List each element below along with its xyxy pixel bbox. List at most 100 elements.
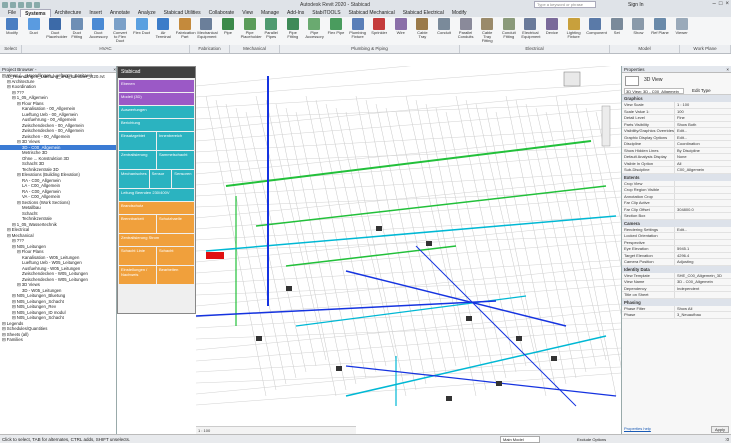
- pipe-cyan[interactable]: [345, 335, 607, 397]
- cable-tray-fitting-button[interactable]: Cable Tray Fitting: [478, 18, 496, 43]
- ref-plane-button[interactable]: Ref Plane: [651, 18, 669, 35]
- properties-help-link[interactable]: Properties help: [624, 426, 651, 431]
- property-value[interactable]: 3_Neuaufbau: [674, 312, 731, 318]
- property-value[interactable]: 5945.1: [674, 246, 731, 252]
- stabicad-button[interactable]: Zentralisierung Strom: [119, 234, 194, 246]
- stabicad-button[interactable]: Einstellungen / Nachweis: [119, 266, 156, 284]
- stabicad-button[interactable]: Berichtung: [119, 119, 194, 131]
- project-browser-tree[interactable]: ⊟ Views (..._Huendlingen_Lueftungs_Sanit…: [0, 73, 116, 343]
- building-wireframe-line[interactable]: [255, 95, 317, 367]
- tab-collaborate[interactable]: Collaborate: [205, 9, 239, 17]
- ribbon-panel-hvac[interactable]: HVAC: [22, 45, 190, 53]
- building-wireframe-line[interactable]: [315, 99, 377, 373]
- ribbon-panel-select[interactable]: Select: [0, 45, 22, 53]
- 3d-model-canvas[interactable]: [196, 66, 621, 434]
- parallel-conduits-button[interactable]: Parallel Conduits: [457, 18, 475, 39]
- building-wireframe-line[interactable]: [275, 103, 337, 397]
- equipment-fixture[interactable]: [496, 381, 502, 386]
- tab-stabitools[interactable]: StabiTOOLS: [308, 9, 344, 17]
- pipe-green[interactable]: [285, 245, 457, 267]
- building-wireframe-line[interactable]: [225, 103, 287, 385]
- stabicad-button[interactable]: Mechanisches: [119, 170, 149, 188]
- building-wireframe-line[interactable]: [475, 103, 537, 361]
- device-button[interactable]: Device: [543, 18, 561, 35]
- duct-fitting-button[interactable]: Duct Fitting: [68, 18, 86, 39]
- show-button[interactable]: Show: [629, 18, 647, 35]
- equipment-fixture[interactable]: [286, 286, 292, 291]
- properties-section-header[interactable]: Camera: [622, 219, 731, 227]
- edit-type-button[interactable]: Edit Type: [692, 88, 711, 93]
- fabrication-part-button[interactable]: Fabrication Part: [176, 18, 196, 39]
- pipe-blue[interactable]: [345, 365, 617, 397]
- ribbon-panel-model[interactable]: Model: [610, 45, 680, 53]
- ribbon-panel-mechanical[interactable]: Mechanical: [230, 45, 280, 53]
- tab-analyze[interactable]: Analyze: [134, 9, 160, 17]
- navigation-bar[interactable]: [601, 105, 611, 147]
- property-value[interactable]: Edit...: [674, 134, 731, 140]
- building-wireframe-line[interactable]: [345, 111, 407, 397]
- property-value[interactable]: Edit...: [674, 128, 731, 134]
- view-selector-dropdown[interactable]: 3D View: 3D - C00_Allgemein: [624, 88, 684, 94]
- building-wireframe-line[interactable]: [196, 196, 621, 230]
- plumbing-fixture-button[interactable]: Plumbing Fixture: [349, 18, 367, 39]
- property-value[interactable]: [674, 292, 731, 298]
- building-wireframe-line[interactable]: [455, 95, 517, 373]
- wire-button[interactable]: Wire: [392, 18, 410, 35]
- component-button[interactable]: Component: [586, 18, 607, 35]
- ribbon-panel-electrical[interactable]: Electrical: [460, 45, 610, 53]
- ribbon-panel-fabrication[interactable]: Fabrication: [190, 45, 230, 53]
- tab-systems[interactable]: Systems: [20, 9, 51, 17]
- close-icon[interactable]: ×: [725, 1, 729, 7]
- search-input[interactable]: Type a keyword or phrase: [534, 1, 596, 8]
- properties-section-header[interactable]: Identity Data: [622, 265, 731, 273]
- stabicad-button[interactable]: Brennbarkeit: [119, 215, 156, 233]
- tab-modify[interactable]: Modify: [448, 9, 471, 17]
- app-menu-icon[interactable]: [2, 1, 8, 8]
- building-wireframe-line[interactable]: [196, 152, 621, 186]
- lighting-fixture-button[interactable]: Lighting Fixture: [565, 18, 583, 39]
- property-value[interactable]: Adjusting: [674, 259, 731, 265]
- tab-manage[interactable]: Manage: [257, 9, 283, 17]
- property-value[interactable]: [674, 200, 731, 206]
- stabicad-button[interactable]: Bearbeiten: [157, 266, 194, 284]
- stabicad-button[interactable]: Leitung Beenden 230/400V: [119, 189, 194, 201]
- close-icon[interactable]: ×: [726, 66, 729, 72]
- selected-duct-segment[interactable]: [206, 252, 224, 259]
- maximize-icon[interactable]: □: [719, 1, 723, 7]
- building-wireframe-line[interactable]: [196, 146, 621, 164]
- mechanical-equipment-button[interactable]: Mechanical Equipment: [197, 18, 218, 39]
- building-wireframe-line[interactable]: [365, 99, 427, 385]
- building-wireframe-line[interactable]: [325, 103, 387, 367]
- tab-add-ins[interactable]: Add-Ins: [283, 9, 308, 17]
- air-terminal-button[interactable]: Air Terminal: [154, 18, 172, 39]
- tab-file[interactable]: File: [4, 9, 20, 17]
- property-value[interactable]: [674, 233, 731, 239]
- property-value[interactable]: [674, 239, 731, 245]
- properties-section-header[interactable]: Phasing: [622, 298, 731, 306]
- property-value[interactable]: Fine: [674, 115, 731, 121]
- equipment-fixture[interactable]: [336, 366, 342, 371]
- stabicad-button[interactable]: Sensor: [149, 170, 172, 188]
- duct-accessory-button[interactable]: Duct Accessory: [89, 18, 108, 39]
- building-wireframe-line[interactable]: [196, 102, 621, 120]
- building-wireframe-line[interactable]: [415, 99, 477, 397]
- pipe-fitting-button[interactable]: Pipe Fitting: [284, 18, 302, 39]
- property-value[interactable]: 3D - C00_Allgemein: [674, 279, 731, 285]
- undo-icon[interactable]: [26, 1, 32, 8]
- building-wireframe-line[interactable]: [505, 95, 567, 385]
- building-wireframe-line[interactable]: [235, 107, 297, 379]
- building-wireframe-line[interactable]: [196, 66, 621, 98]
- save-icon[interactable]: [18, 1, 24, 8]
- stabicad-button[interactable]: Schutzhaelle: [157, 215, 194, 233]
- stabicad-button[interactable]: Innenbereich: [157, 132, 194, 150]
- sign-in-link[interactable]: Sign In: [628, 2, 644, 8]
- stabicad-button[interactable]: Auswertungen: [119, 106, 194, 118]
- equipment-fixture[interactable]: [426, 241, 432, 246]
- tab-architecture[interactable]: Architecture: [51, 9, 86, 17]
- building-wireframe-line[interactable]: [285, 107, 347, 391]
- ribbon-panel-plumbing-piping[interactable]: Plumbing & Piping: [280, 45, 460, 53]
- parallel-pipes-button[interactable]: Parallel Pipes: [262, 18, 280, 39]
- duct-button[interactable]: Duct: [25, 18, 43, 35]
- equipment-fixture[interactable]: [256, 336, 262, 341]
- property-value[interactable]: [674, 213, 731, 219]
